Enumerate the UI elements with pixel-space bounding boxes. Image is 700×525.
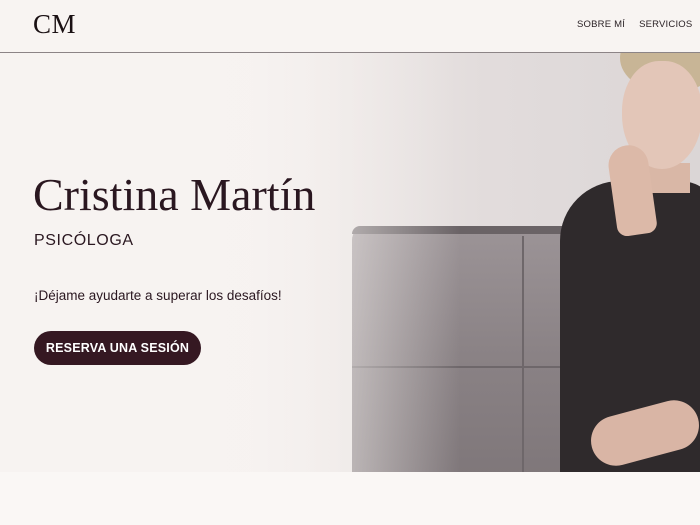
hero-tagline: ¡Déjame ayudarte a superar los desafíos! (34, 288, 282, 303)
hero-section (0, 53, 700, 472)
site-header: CM SOBRE MÍSERVICIOSE (0, 0, 700, 53)
nav-item-sobre-mi[interactable]: SOBRE MÍ (577, 19, 625, 30)
hero-role: PSICÓLOGA (34, 232, 134, 249)
main-nav: SOBRE MÍSERVICIOSE (577, 19, 700, 30)
site-logo[interactable]: CM (33, 9, 76, 40)
portrait-image (560, 53, 700, 472)
nav-item-servicios[interactable]: SERVICIOS (639, 19, 692, 30)
hero-fade-overlay (0, 53, 460, 472)
below-hero-area (0, 472, 700, 525)
hero-name: Cristina Martín (33, 169, 316, 220)
book-session-button[interactable]: RESERVA UNA SESIÓN (34, 331, 201, 365)
